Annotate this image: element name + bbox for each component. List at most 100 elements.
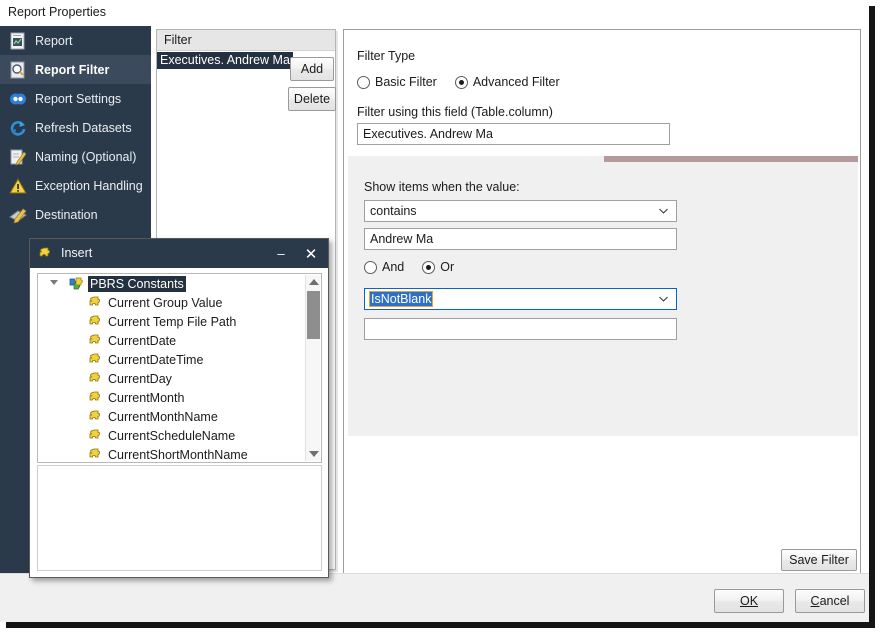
sidebar-item-label: Refresh Datasets (35, 120, 132, 135)
puzzle-icon (89, 296, 100, 305)
advanced-filter-label: Advanced Filter (472, 75, 560, 89)
sidebar-item-destination[interactable]: Destination (0, 200, 151, 229)
puzzle-icon (39, 247, 50, 257)
puzzle-icon (89, 372, 100, 381)
filter-field-input[interactable]: Executives. Andrew Ma (357, 123, 670, 145)
tree-node-label: CurrentShortMonthName (108, 447, 248, 462)
puzzle-icon (89, 429, 100, 438)
cancel-mnemonic: C (810, 593, 820, 608)
filter-field-label: Filter using this field (Table.column) (357, 105, 553, 119)
filter-list-item[interactable]: Executives. Andrew Ma (157, 52, 293, 69)
tree-node-item[interactable]: Current Group Value (38, 293, 321, 312)
puzzle-multi-icon (69, 277, 83, 289)
value-1-input[interactable]: Andrew Ma (364, 228, 677, 250)
tree-node-item[interactable]: CurrentDateTime (38, 350, 321, 369)
filter-list-header: Filter (157, 30, 335, 51)
close-icon[interactable]: ✕ (296, 239, 326, 268)
advanced-filter-radio[interactable] (454, 75, 468, 89)
insert-dialog-body (37, 465, 322, 571)
puzzle-icon (89, 391, 100, 400)
tree-node-label: CurrentMonth (108, 390, 185, 405)
triangle-down-icon (308, 451, 319, 457)
sidebar-item-label: Destination (35, 207, 98, 222)
tree-node-item[interactable]: CurrentMonth (38, 388, 321, 407)
minimize-icon[interactable]: – (266, 239, 296, 268)
sidebar-item-refresh-datasets[interactable]: Refresh Datasets (0, 113, 151, 142)
scroll-down-button[interactable] (306, 447, 321, 461)
filter-type-label: Filter Type (357, 49, 416, 63)
save-filter-button[interactable]: Save Filter (781, 549, 857, 571)
naming-icon (10, 149, 27, 166)
scroll-up-button[interactable] (306, 275, 321, 289)
tree-node-item[interactable]: CurrentDay (38, 369, 321, 388)
tree-node-label: CurrentDay (108, 371, 172, 386)
puzzle-icon (89, 353, 100, 362)
basic-filter-radio[interactable] (357, 75, 370, 89)
destination-icon (9, 208, 27, 223)
filter-detail-panel: Filter Type Basic Filter Advanced Filter… (343, 29, 861, 574)
condition-1-dropdown[interactable]: contains (364, 200, 677, 222)
delete-filter-button[interactable]: Delete (288, 87, 336, 111)
or-radio[interactable] (422, 260, 436, 274)
sidebar-item-report[interactable]: Report (0, 26, 151, 55)
tree-node-label: Current Group Value (108, 295, 223, 310)
filter-condition-group: Show items when the value: contains Andr… (348, 156, 858, 436)
warning-icon (9, 177, 27, 193)
report-settings-icon (10, 93, 26, 104)
filter-type-radio-group: Basic Filter Advanced Filter (357, 75, 560, 89)
show-items-label: Show items when the value: (364, 180, 520, 194)
sidebar-item-label: Naming (Optional) (35, 149, 137, 164)
sidebar-item-report-filter[interactable]: Report Filter (0, 55, 151, 84)
ok-button[interactable]: OK (714, 589, 784, 613)
puzzle-icon (89, 315, 100, 324)
window-title: Report Properties (8, 5, 106, 19)
tree-node-label: Current Temp File Path (108, 314, 237, 329)
cancel-button[interactable]: Cancel (795, 589, 865, 613)
puzzle-icon (89, 410, 100, 419)
constants-tree[interactable]: PBRS Constants Current Group Value Curre… (37, 273, 322, 463)
screenshot-root: Report Properties Report Report Filter R… (0, 0, 887, 634)
sidebar-item-exception-handling[interactable]: Exception Handling (0, 171, 151, 200)
filter-list-header-label: Filter (164, 33, 192, 47)
and-label: And (382, 260, 405, 274)
sidebar-item-label: Exception Handling (35, 178, 143, 193)
tree-node-label: CurrentDate (108, 333, 177, 348)
tree-node-label: CurrentScheduleName (108, 428, 236, 443)
puzzle-icon (89, 448, 100, 457)
add-filter-button[interactable]: Add (290, 57, 334, 81)
tree-node-label: CurrentMonthName (108, 409, 218, 424)
sidebar-item-label: Report Filter (35, 62, 110, 77)
refresh-datasets-icon (10, 120, 26, 136)
sidebar-item-label: Report (35, 33, 73, 48)
ok-button-label: OK (739, 593, 759, 608)
value-2-input[interactable] (364, 318, 677, 340)
basic-filter-label: Basic Filter (375, 75, 437, 89)
puzzle-icon (89, 334, 100, 343)
tree-node-item[interactable]: CurrentDate (38, 331, 321, 350)
tree-scrollbar[interactable] (305, 275, 320, 461)
condition-2-dropdown[interactable]: IsNotBlank (364, 288, 677, 310)
scrollbar-thumb[interactable] (307, 291, 320, 339)
condition-1-value: contains (370, 204, 417, 218)
tree-node-root[interactable]: PBRS Constants (38, 274, 321, 293)
report-icon (10, 32, 25, 49)
tree-node-label: PBRS Constants (88, 275, 186, 292)
chevron-down-icon (659, 208, 668, 214)
expander-icon[interactable] (50, 280, 58, 285)
sidebar-item-naming[interactable]: Naming (Optional) (0, 142, 151, 171)
group-accent-bar (604, 156, 858, 162)
triangle-up-icon (308, 279, 319, 285)
or-label: Or (440, 260, 455, 274)
insert-dialog-titlebar[interactable]: Insert – ✕ (30, 239, 328, 268)
conjunction-radio-group: And Or (364, 260, 454, 274)
tree-node-item[interactable]: CurrentShortMonthName (38, 445, 321, 462)
insert-dialog-title: Insert (61, 246, 93, 260)
sidebar-item-report-settings[interactable]: Report Settings (0, 84, 151, 113)
tree-node-item[interactable]: CurrentMonthName (38, 407, 321, 426)
sidebar-item-label: Report Settings (35, 91, 122, 106)
and-radio[interactable] (364, 260, 377, 274)
window-titlebar: Report Properties (0, 0, 869, 26)
tree-node-item[interactable]: Current Temp File Path (38, 312, 321, 331)
tree-node-item[interactable]: CurrentScheduleName (38, 426, 321, 445)
insert-dialog: Insert – ✕ PBRS Constants Current Group … (29, 238, 329, 578)
